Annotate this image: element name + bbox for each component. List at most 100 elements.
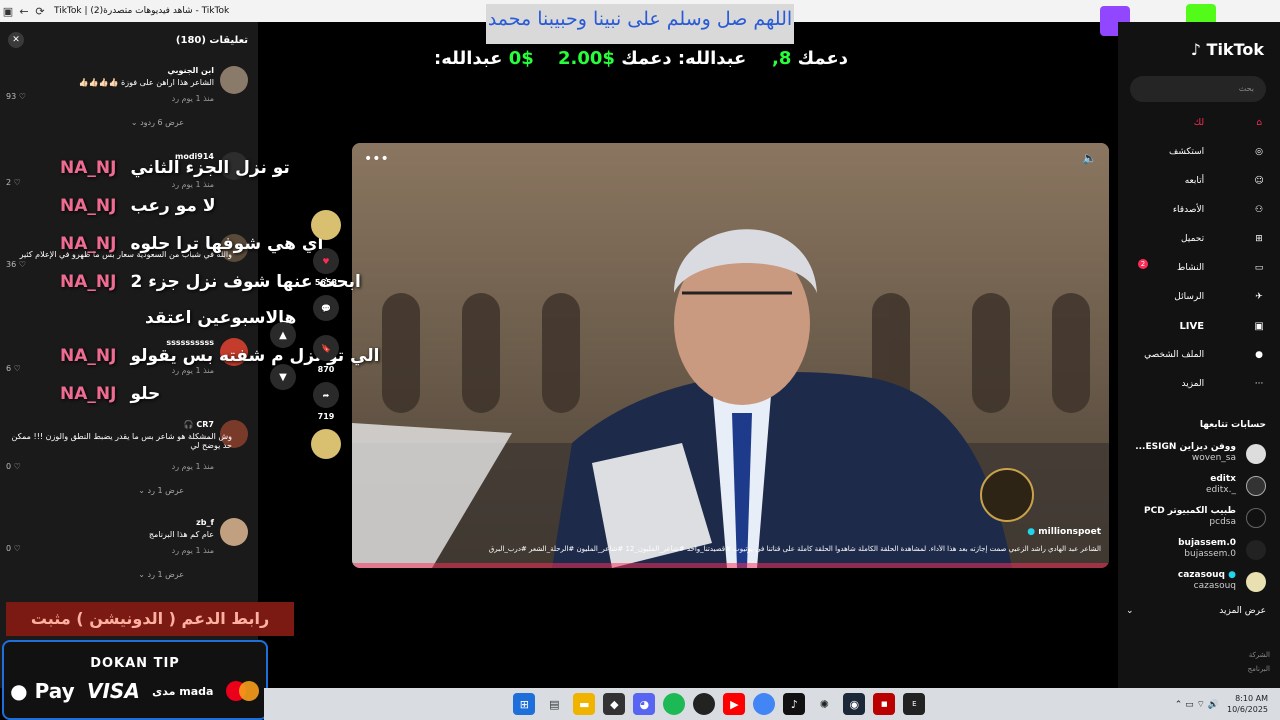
avatar xyxy=(1246,444,1266,464)
app-icon[interactable]: ◆ xyxy=(603,693,626,715)
see-more-button[interactable]: عرض المزيد ⌄ xyxy=(1126,606,1266,616)
comment-meta[interactable]: منذ 1 يوم رد xyxy=(172,462,214,471)
clock[interactable]: 8:10 AM 10/6/2025 xyxy=(1227,693,1268,715)
tiktok-note-icon: ♪ xyxy=(1190,40,1201,59)
apple-pay-logo: ● Pay xyxy=(10,679,75,703)
chat-line: NA_NJ حلو xyxy=(60,384,160,404)
obs-icon[interactable] xyxy=(693,693,716,715)
view-replies-link[interactable]: عرض 1 رد ⌄ xyxy=(138,570,184,579)
counter-value: 8, xyxy=(772,48,792,69)
sidebar-item-profile[interactable]: ● الملف الشخصي xyxy=(1126,347,1266,363)
heart-outline-icon[interactable]: ♡ xyxy=(19,92,26,101)
spotify-icon[interactable] xyxy=(663,693,686,715)
volume-icon[interactable]: 🔈 xyxy=(1082,151,1097,165)
view-replies-link[interactable]: عرض 6 ردود ⌄ xyxy=(131,118,184,127)
sidebar-item-live[interactable]: ▣ LIVE xyxy=(1126,318,1266,334)
creator-avatar[interactable] xyxy=(311,210,341,240)
taskview-icon[interactable]: ▤ xyxy=(543,693,565,715)
chat-message: لا مو رعب xyxy=(130,196,216,216)
chat-user: NA_NJ xyxy=(60,196,117,216)
share-icon[interactable]: ➦ xyxy=(313,382,339,408)
search-input[interactable]: بحث xyxy=(1130,76,1266,102)
followed-account[interactable]: ● cazasouq cazasouq xyxy=(1126,570,1266,600)
file-explorer-icon[interactable]: ▬ xyxy=(573,693,596,715)
heart-icon[interactable]: ♥ xyxy=(313,248,339,274)
tiktok-icon[interactable]: ♪ xyxy=(783,693,806,715)
tiktok-logo[interactable]: ♪ TikTok xyxy=(1191,40,1264,59)
comment-icon[interactable]: 💬 xyxy=(313,295,339,321)
share-count: 719 xyxy=(317,412,335,421)
comment-meta[interactable]: منذ 1 يوم رد xyxy=(172,366,214,375)
comment-likes[interactable]: 2 ♡ xyxy=(6,178,21,187)
counter-value: $2.00 xyxy=(558,48,615,69)
heart-outline-icon[interactable]: ♡ xyxy=(14,544,21,553)
sidebar-item-more[interactable]: ··· المزيد xyxy=(1126,376,1266,392)
comment-likes[interactable]: 6 ♡ xyxy=(6,364,21,373)
followed-account[interactable]: bujassem.0 bujassem.0 xyxy=(1126,538,1266,568)
video-actions: ♥ 5658 💬 🔖 870 ➦ 719 xyxy=(310,210,342,459)
followed-account[interactable]: ووفن ديزاين ESIGN... woven_sa xyxy=(1126,442,1266,472)
discord-icon[interactable]: ◕ xyxy=(633,693,656,715)
chevron-up-icon[interactable]: ▲ xyxy=(270,322,296,348)
sidebar-item-explore[interactable]: ◎ استكشف xyxy=(1126,144,1266,160)
comment-meta[interactable]: منذ 1 يوم رد xyxy=(172,180,214,189)
chat-line: NA_NJ تو نزل الجزء الثاني xyxy=(60,158,290,178)
epic-games-icon[interactable]: E xyxy=(903,693,926,715)
comment-meta[interactable]: منذ 1 يوم رد xyxy=(172,546,214,555)
sidebar-footer: الشركة البرنامج xyxy=(1247,651,1270,673)
comment-author[interactable]: ابن الجنوبي xyxy=(167,66,214,75)
comment-likes[interactable]: 93 ♡ xyxy=(6,92,26,101)
comment-likes[interactable]: 0 ♡ xyxy=(6,544,21,553)
chat-line: NA_NJ لا مو رعب xyxy=(60,196,216,216)
video-player[interactable]: ••• 🔈 ● millionspoet الشاعر عبد الهادي ر… xyxy=(352,143,1109,568)
followed-account[interactable]: editx _.editx xyxy=(1126,474,1266,504)
comment-meta[interactable]: منذ 1 يوم رد xyxy=(172,94,214,103)
profile-icon: ● xyxy=(1255,350,1263,360)
heart-outline-icon[interactable]: ♡ xyxy=(14,178,21,187)
chat-user: NA_NJ xyxy=(60,346,117,366)
comment-likes[interactable]: 0 ♡ xyxy=(6,462,21,471)
notification-badge: 2 xyxy=(1138,259,1148,269)
close-comments-button[interactable]: ✕ xyxy=(8,32,24,48)
followed-account[interactable]: طبيب الكمبيوتر PCD pcdsa xyxy=(1126,506,1266,536)
comment-author[interactable]: CR7 🎧 xyxy=(184,420,214,429)
windows-start-icon[interactable]: ⊞ xyxy=(513,693,536,715)
sidebar-item-friends[interactable]: ⚇ الأصدقاء xyxy=(1126,202,1266,218)
counter-3: دعمك 8, xyxy=(772,48,848,69)
chat-user: NA_NJ xyxy=(60,158,117,178)
video-caption: الشاعر عبد الهادي راشد الزعبي صمت إجازته… xyxy=(488,545,1101,553)
chevron-down-icon[interactable]: ▼ xyxy=(270,364,296,390)
bookmark-icon[interactable]: 🔖 xyxy=(313,335,339,361)
view-replies-link[interactable]: عرض 1 رد ⌄ xyxy=(138,486,184,495)
chrome-icon[interactable] xyxy=(753,693,776,715)
comment-item: zb_f عام كم هذا البرنامج منذ 1 يوم رد 0 … xyxy=(0,518,258,598)
comment-likes[interactable]: 36 ♡ xyxy=(6,260,26,269)
system-tray-icons[interactable]: ⌃ ▭ ⌔ 🔊 xyxy=(1175,699,1219,710)
heart-outline-icon[interactable]: ♡ xyxy=(14,364,21,373)
sidebar-item-upload[interactable]: ⊞ تحميل xyxy=(1126,231,1266,247)
youtube-icon[interactable]: ▶ xyxy=(723,693,746,715)
avatar xyxy=(1246,540,1266,560)
like-count: 2 xyxy=(6,178,12,187)
counter-label: عبدالله: دعمك xyxy=(621,48,747,69)
more-icon: ··· xyxy=(1254,379,1264,389)
heart-outline-icon[interactable]: ♡ xyxy=(14,462,21,471)
more-options-icon[interactable]: ••• xyxy=(364,151,389,167)
caption-author[interactable]: ● millionspoet xyxy=(1027,527,1101,537)
sidebar-item-following[interactable]: ☺ أتابعه xyxy=(1126,173,1266,189)
like-count: 0 xyxy=(6,462,12,471)
comment-author[interactable]: zb_f xyxy=(196,518,214,527)
window-title: TikTok | شاهد فيديوهات متصدرة(2) - TikTo… xyxy=(54,6,230,16)
game-icon[interactable]: ■ xyxy=(873,693,896,715)
counter-value: 0$ xyxy=(508,48,534,69)
music-disc-icon[interactable] xyxy=(311,429,341,459)
chat-message: تو نزل الجزء الثاني xyxy=(130,158,290,178)
sidebar-item-for-you[interactable]: ⌂ لك xyxy=(1126,115,1266,131)
steam-icon[interactable]: ◉ xyxy=(843,693,866,715)
comments-header: تعليقات (180) ✕ xyxy=(0,22,258,58)
reload-button[interactable]: ⟳ xyxy=(32,5,48,18)
openai-icon[interactable]: ✺ xyxy=(813,693,835,715)
sidebar-item-messages[interactable]: ✈ الرسائل xyxy=(1126,289,1266,305)
heart-outline-icon[interactable]: ♡ xyxy=(19,260,26,269)
back-button[interactable]: ← xyxy=(16,5,32,18)
